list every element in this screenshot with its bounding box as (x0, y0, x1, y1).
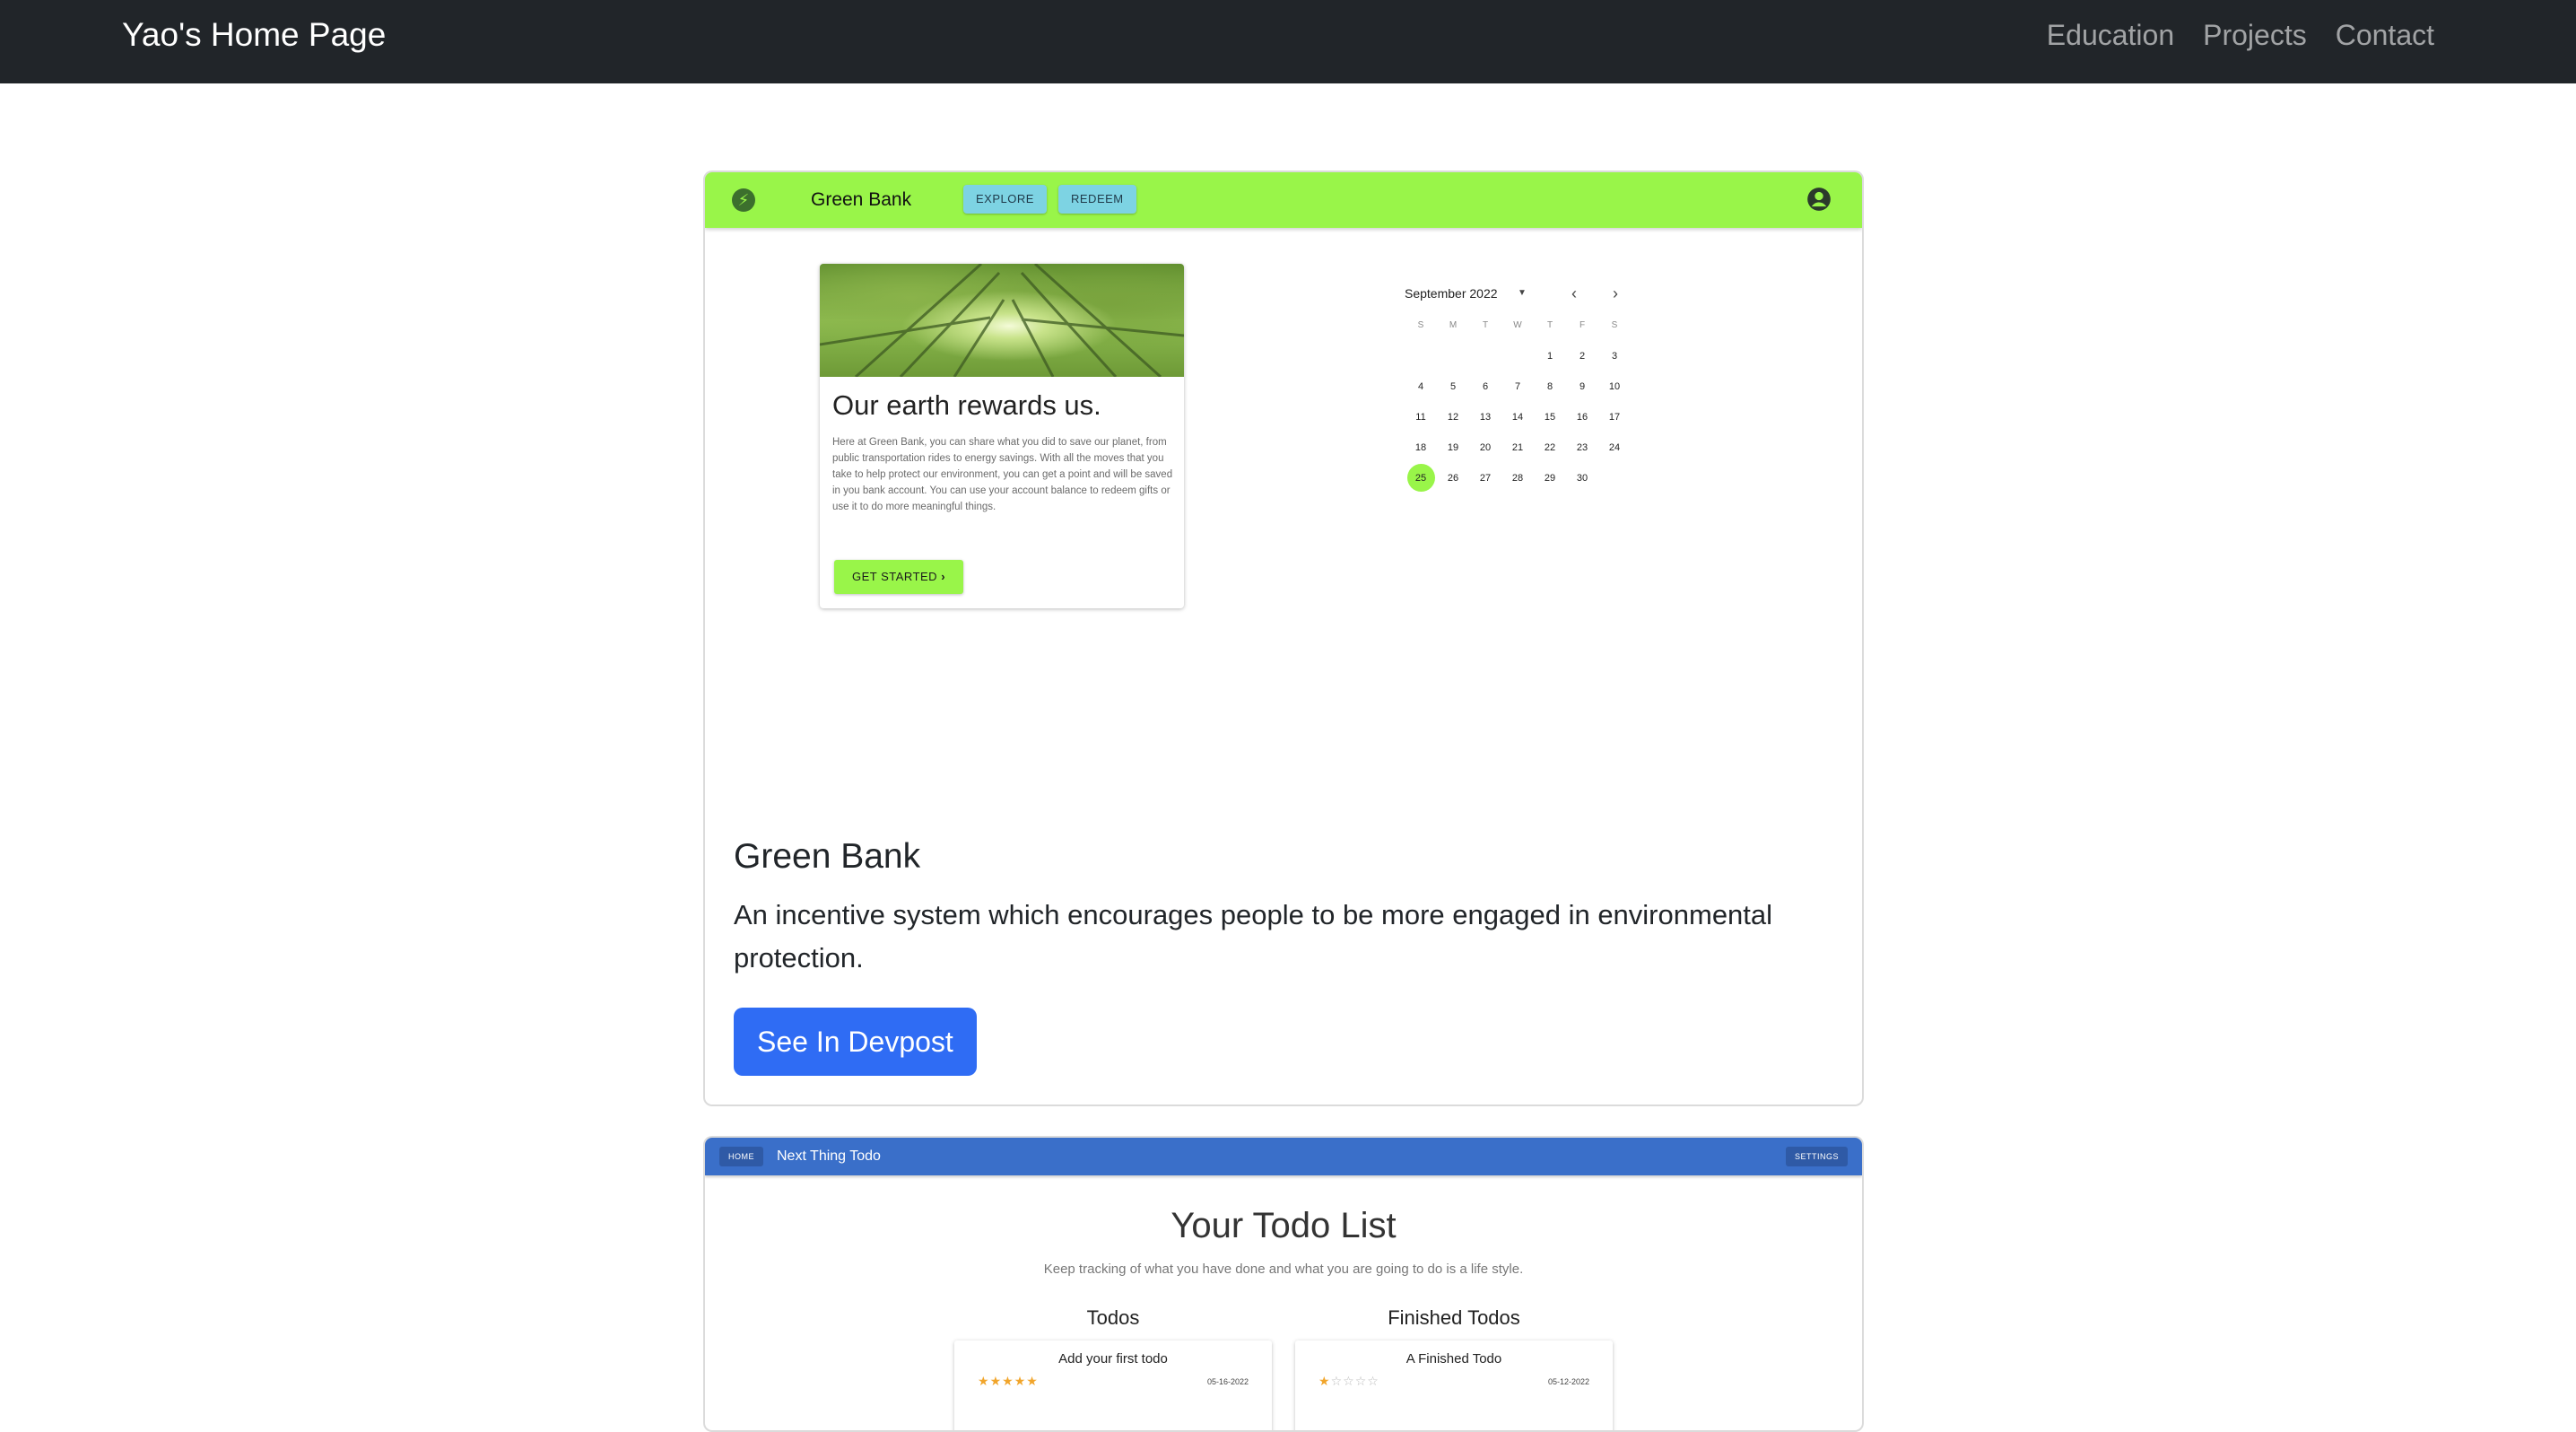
star-empty-icon: ☆ (1330, 1374, 1344, 1388)
todo-item-title: A Finished Todo (1405, 1351, 1502, 1367)
calendar-day: 12 (1447, 412, 1459, 423)
calendar-day: 23 (1576, 442, 1588, 453)
calendar-day: 29 (1544, 473, 1556, 484)
star-filled-icon: ★ (989, 1374, 1003, 1388)
nav-link-projects[interactable]: Projects (2203, 13, 2307, 57)
star-filled-icon: ★ (1026, 1374, 1039, 1388)
calendar-day: 20 (1479, 442, 1492, 453)
calendar-day: 16 (1576, 412, 1588, 423)
todo-subtitle: Keep tracking of what you have done and … (1043, 1262, 1524, 1277)
star-filled-icon: ★ (1318, 1374, 1331, 1388)
nav-link-education[interactable]: Education (2047, 13, 2174, 57)
calendar-day: 7 (1514, 381, 1521, 392)
green-bank-app-title: Green Bank (811, 189, 912, 210)
redeem-button: REDEEM (1058, 185, 1136, 214)
explore-button: EXPLORE (963, 185, 1047, 214)
star-rating: ★☆☆☆☆ (1318, 1373, 1379, 1389)
calendar-day: 13 (1479, 412, 1492, 423)
get-started-button: GET STARTED › (834, 560, 964, 594)
calendar-day: 8 (1546, 381, 1553, 392)
calendar-weekday: F (1579, 320, 1586, 330)
calendar-day: 17 (1608, 412, 1621, 423)
calendar-day: 21 (1511, 442, 1524, 453)
calendar-day: 5 (1449, 381, 1457, 392)
green-bank-appbar: ⚡ Green Bank EXPLORE REDEEM (705, 172, 1862, 228)
project-card-todo: HOME Next Thing Todo SETTINGS Your Todo … (703, 1136, 1864, 1432)
calendar-day: 22 (1544, 442, 1556, 453)
todo-item: Add your first todo ★★★★★ 05-16-2022 (954, 1340, 1272, 1430)
star-rating: ★★★★★ (978, 1373, 1039, 1389)
calendar-weekday: S (1611, 320, 1618, 330)
calendar-header: September 2022 ▼ ‹ › (1405, 280, 1665, 307)
settings-button: SETTINGS (1785, 1147, 1848, 1166)
project-title: Green Bank (734, 837, 921, 876)
star-empty-icon: ☆ (1367, 1374, 1379, 1388)
star-empty-icon: ☆ (1354, 1374, 1368, 1388)
todo-item-date: 05-12-2022 (1547, 1377, 1589, 1386)
todos-column-title: Todos (1086, 1306, 1140, 1329)
todo-item-date: 05-16-2022 (1206, 1377, 1249, 1386)
calendar-day: 2 (1579, 351, 1586, 362)
project-description: An incentive system which encourages peo… (734, 899, 1773, 974)
nav-links: Education Projects Contact (2047, 13, 2434, 57)
todo-heading: Your Todo List (1171, 1206, 1397, 1245)
calendar-day: 10 (1608, 381, 1621, 392)
calendar-month-label: September 2022 (1405, 286, 1498, 301)
star-filled-icon: ★ (1014, 1374, 1027, 1388)
calendar-blank (1501, 341, 1534, 371)
calendar-blank (1469, 341, 1501, 371)
chevron-right-icon: › (1613, 284, 1618, 302)
lightning-icon: ⚡ (732, 188, 755, 212)
home-button: HOME (719, 1147, 763, 1166)
todo-appbar: HOME Next Thing Todo SETTINGS (705, 1138, 1862, 1175)
calendar-blank (1437, 341, 1469, 371)
star-filled-icon: ★ (978, 1374, 990, 1388)
calendar-day: 11 (1415, 412, 1426, 423)
calendar-day: 28 (1511, 473, 1524, 484)
calendar-weekday: M (1449, 320, 1458, 330)
calendar-weekday: W (1513, 320, 1522, 330)
calendar-day: 19 (1447, 442, 1459, 453)
calendar-day: 4 (1417, 381, 1424, 392)
calendar-day: 18 (1414, 442, 1427, 453)
calendar-day-selected: 25 (1405, 463, 1437, 493)
chevron-right-icon: › (941, 570, 946, 583)
star-empty-icon: ☆ (1343, 1374, 1355, 1388)
calendar: September 2022 ▼ ‹ › S M T W T F S 1 2 3 4 5 6 7 8 9 10 1… (1405, 280, 1665, 492)
star-filled-icon: ★ (1002, 1374, 1014, 1388)
calendar-day: 27 (1479, 473, 1492, 484)
calendar-day: 6 (1482, 381, 1489, 392)
earth-hero-card: Our earth rewards us. Here at Green Bank… (820, 264, 1184, 608)
project-card-green-bank: ⚡ Green Bank EXPLORE REDEEM Our earth re… (703, 170, 1864, 1106)
calendar-weekday: T (1482, 320, 1489, 330)
calendar-day: 14 (1511, 412, 1524, 423)
calendar-day: 30 (1576, 473, 1588, 484)
todo-app-title: Next Thing Todo (777, 1148, 881, 1164)
calendar-weekday: T (1546, 320, 1553, 330)
calendar-blank (1405, 341, 1437, 371)
get-started-label: GET STARTED (852, 570, 938, 583)
calendar-grid: S M T W T F S 1 2 3 4 5 6 7 8 9 10 11 12 13 14 15 16 17 18 19 20 21… (1405, 310, 1631, 493)
finished-todos-column-title: Finished Todos (1388, 1306, 1520, 1329)
chevron-left-icon: ‹ (1571, 284, 1577, 302)
calendar-day: 9 (1579, 381, 1586, 392)
todo-item-title: Add your first todo (1058, 1351, 1168, 1367)
calendar-day: 24 (1608, 442, 1621, 453)
calendar-weekday: S (1417, 320, 1424, 330)
calendar-day: 3 (1611, 351, 1618, 362)
forest-image (820, 264, 1184, 377)
brand-link[interactable]: Yao's Home Page (122, 13, 386, 57)
calendar-day: 26 (1447, 473, 1459, 484)
nav-link-contact[interactable]: Contact (2336, 13, 2434, 57)
finished-todo-item: A Finished Todo ★☆☆☆☆ 05-12-2022 (1295, 1340, 1613, 1430)
see-in-devpost-button[interactable]: See In Devpost (734, 1008, 977, 1076)
account-circle-icon (1807, 188, 1831, 211)
calendar-day: 15 (1544, 412, 1556, 423)
caret-down-icon: ▼ (1518, 288, 1527, 298)
hero-heading: Our earth rewards us. (832, 389, 1101, 421)
top-navbar: Yao's Home Page Education Projects Conta… (0, 0, 2576, 83)
calendar-day: 1 (1546, 351, 1553, 362)
hero-body-text: Here at Green Bank, you can share what y… (832, 437, 1173, 512)
